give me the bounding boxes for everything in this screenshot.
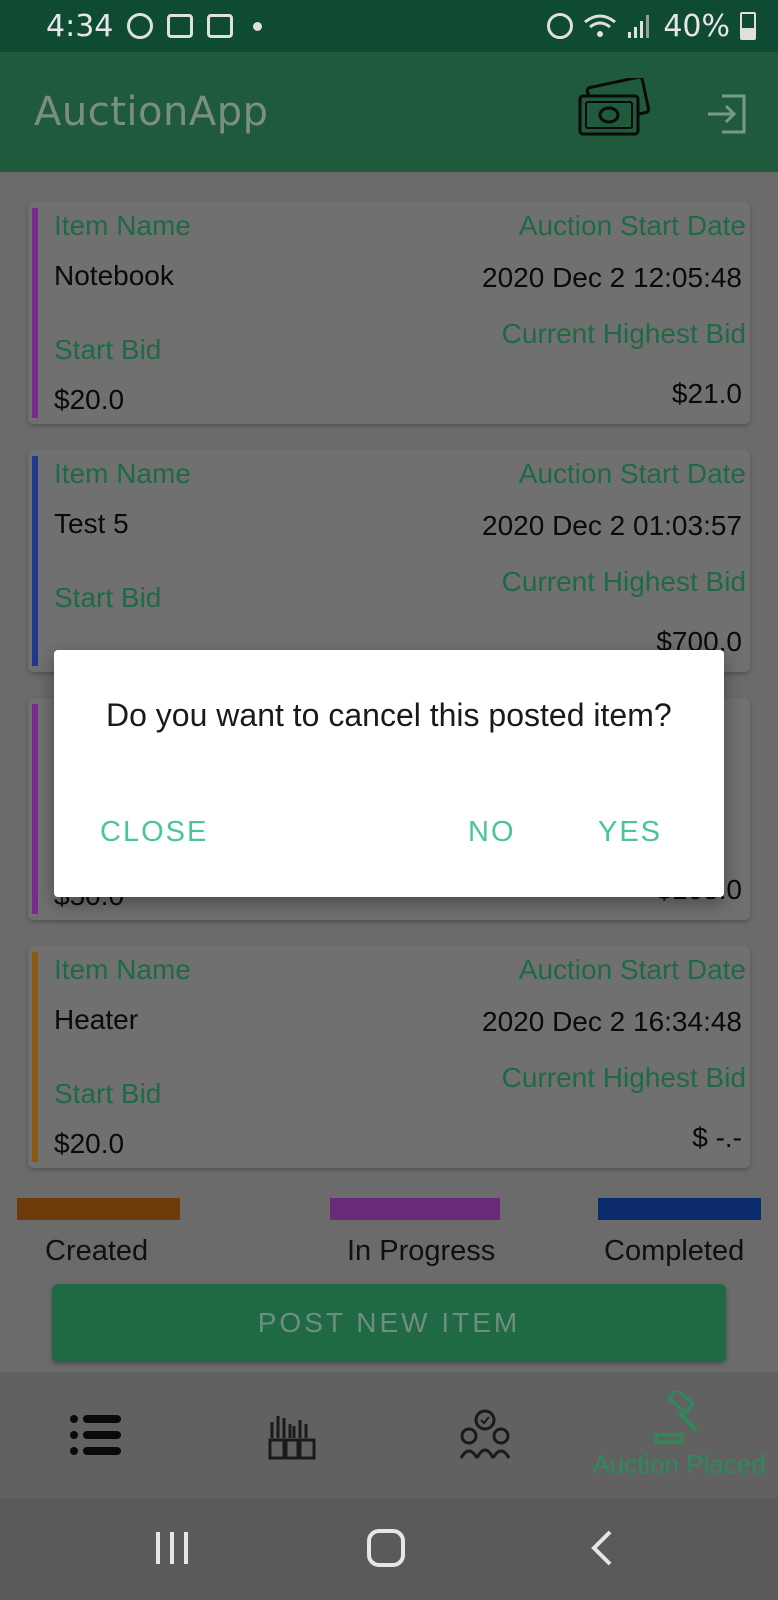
nav-item-bidding[interactable] bbox=[194, 1372, 388, 1498]
status-bar: 4:34 40% bbox=[0, 0, 778, 52]
system-nav-bar bbox=[0, 1498, 778, 1600]
list-icon bbox=[70, 1415, 121, 1455]
home-icon[interactable] bbox=[366, 1528, 406, 1568]
bottom-nav: Auction Placed bbox=[0, 1372, 778, 1498]
legend-in-progress-label: In Progress bbox=[347, 1235, 496, 1267]
legend-in-progress-swatch bbox=[330, 1198, 500, 1220]
bidders-icon bbox=[459, 1409, 511, 1459]
raised-hands-icon bbox=[268, 1416, 316, 1460]
nav-item-bidders[interactable] bbox=[388, 1372, 582, 1498]
wifi-icon bbox=[584, 14, 617, 37]
item-name: Test 5 bbox=[54, 508, 129, 539]
item-name: Heater bbox=[54, 1004, 139, 1035]
start-bid: $20.0 bbox=[54, 1128, 125, 1159]
recent-apps-icon[interactable] bbox=[152, 1528, 192, 1568]
item-name: Notebook bbox=[54, 260, 174, 291]
logout-icon[interactable] bbox=[704, 92, 748, 136]
cancel-item-dialog: Do you want to cancel this posted item? … bbox=[54, 650, 724, 897]
battery-percent: 40% bbox=[663, 8, 730, 44]
legend-completed-label: Completed bbox=[604, 1235, 745, 1267]
start-bid: $20.0 bbox=[54, 384, 125, 415]
signal-icon bbox=[628, 15, 650, 38]
app-bar: AuctionApp bbox=[0, 52, 778, 172]
highest-bid: $ -.- bbox=[692, 1122, 742, 1153]
post-new-item-button[interactable]: POST NEW ITEM bbox=[52, 1284, 726, 1362]
highest-bid-label: Current Highest Bid bbox=[501, 1062, 746, 1093]
status-left: 4:34 bbox=[46, 8, 263, 44]
start-date: 2020 Dec 2 12:05:48 bbox=[482, 262, 742, 293]
start-date-label: Auction Start Date bbox=[518, 210, 746, 241]
highest-bid: $21.0 bbox=[671, 378, 742, 409]
instagram-icon bbox=[167, 14, 194, 38]
gavel-icon bbox=[654, 1390, 698, 1443]
card-status-bar bbox=[32, 952, 38, 1162]
card-status-bar bbox=[32, 704, 38, 914]
back-icon[interactable] bbox=[588, 1528, 618, 1568]
dialog-message: Do you want to cancel this posted item? bbox=[106, 697, 672, 733]
auction-card[interactable]: Item Name Notebook Start Bid $20.0 Aucti… bbox=[28, 202, 750, 424]
legend-created-label: Created bbox=[45, 1235, 149, 1267]
card-status-bar bbox=[32, 208, 38, 418]
start-bid-label: Start Bid bbox=[54, 334, 162, 365]
nav-item-list[interactable] bbox=[0, 1372, 194, 1498]
start-date: 2020 Dec 2 16:34:48 bbox=[482, 1006, 742, 1037]
status-right: 40% bbox=[547, 9, 756, 44]
highest-bid-label: Current Highest Bid bbox=[501, 318, 746, 349]
facebook-icon bbox=[127, 13, 154, 39]
status-time: 4:34 bbox=[46, 8, 114, 44]
item-name-label: Item Name bbox=[54, 954, 191, 985]
start-bid-label: Start Bid bbox=[54, 582, 162, 613]
auction-card[interactable]: Item Name Test 5 Start Bid Auction Start… bbox=[28, 450, 750, 672]
card-status-bar bbox=[32, 456, 38, 666]
gallery-icon bbox=[207, 14, 234, 38]
alarm-icon bbox=[547, 13, 574, 39]
legend-completed-swatch bbox=[598, 1198, 761, 1220]
start-date-label: Auction Start Date bbox=[518, 954, 746, 985]
auction-card[interactable]: Item Name Heater Start Bid $20.0 Auction… bbox=[28, 946, 750, 1168]
money-icon[interactable] bbox=[576, 78, 652, 142]
app-title: AuctionApp bbox=[34, 89, 269, 135]
start-bid-label: Start Bid bbox=[54, 1078, 162, 1109]
nav-item-auction-placed[interactable]: Auction Placed bbox=[582, 1372, 776, 1498]
battery-icon bbox=[740, 12, 756, 40]
start-date-label: Auction Start Date bbox=[518, 458, 746, 489]
item-name-label: Item Name bbox=[54, 458, 191, 489]
yes-button[interactable]: YES bbox=[598, 816, 662, 849]
start-date: 2020 Dec 2 01:03:57 bbox=[482, 510, 742, 541]
nav-label-auction-placed: Auction Placed bbox=[592, 1448, 766, 1479]
item-name-label: Item Name bbox=[54, 210, 191, 241]
no-button[interactable]: NO bbox=[468, 816, 516, 849]
highest-bid-label: Current Highest Bid bbox=[501, 566, 746, 597]
legend-created-swatch bbox=[17, 1198, 180, 1220]
notification-dot-icon bbox=[253, 21, 263, 31]
close-button[interactable]: CLOSE bbox=[100, 816, 208, 849]
